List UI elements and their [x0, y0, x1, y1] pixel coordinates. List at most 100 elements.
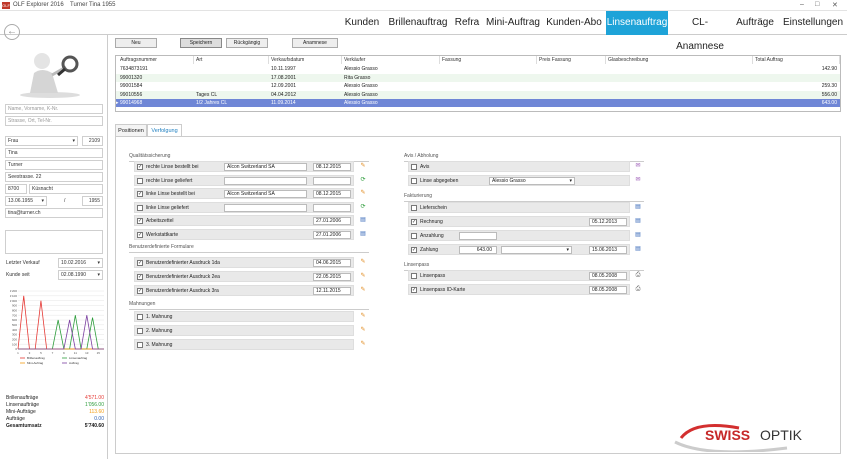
search-address-input[interactable]: Strasse, Ort, Tel-Nr.	[5, 116, 103, 126]
tab-mini-auftrag[interactable]: Mini-Auftrag	[484, 11, 542, 35]
tab-einstellungen[interactable]: Einstellungen	[783, 11, 843, 35]
maximize-icon[interactable]: □	[815, 1, 819, 8]
save-button[interactable]: Speichern	[180, 38, 222, 48]
checkbox[interactable]	[411, 273, 417, 279]
checkbox[interactable]	[137, 328, 143, 334]
close-icon[interactable]: ✕	[832, 1, 838, 9]
form-edit-icon[interactable]: ✎	[359, 258, 367, 267]
order-edit-icon[interactable]: ✎	[359, 189, 367, 198]
column-header[interactable]: Art	[194, 56, 269, 64]
print-document-icon[interactable]: ▤	[634, 217, 642, 226]
amount-field[interactable]: 643.00	[459, 246, 497, 254]
last-sale-field[interactable]: 10.02.2016 ▾	[58, 258, 103, 268]
notify-icon[interactable]: ✉	[634, 162, 642, 171]
date-field[interactable]: 22.05.2015	[313, 273, 351, 281]
notify-icon[interactable]: ✉	[634, 176, 642, 185]
tab-verfolgung[interactable]: Verfolgung	[147, 124, 182, 136]
street-field[interactable]: Seestrasse. 22	[5, 172, 103, 182]
date-field[interactable]: 15.06.2013	[589, 246, 627, 254]
tab-linsenauftrag[interactable]: Linsenauftrag	[606, 11, 668, 35]
date-field[interactable]: 08.12.2015	[313, 190, 351, 199]
supplier-field[interactable]	[224, 203, 307, 212]
print-icon[interactable]: ⎙	[634, 271, 642, 280]
table-row[interactable]: 99001584 12.09.2001 Alessio Grasso 259.30	[116, 82, 840, 90]
payment-method-select[interactable]: ▾	[501, 246, 572, 254]
table-row[interactable]: 99010556 Tages CL 04.04.2012 Alessio Grasso…	[116, 90, 840, 99]
checkbox[interactable]: ✓	[137, 191, 143, 198]
checkbox[interactable]: ✓	[137, 274, 143, 280]
checkbox[interactable]	[137, 314, 143, 320]
date-field[interactable]: 12.11.2015	[313, 287, 351, 295]
checkbox[interactable]	[137, 204, 143, 211]
supplier-field[interactable]	[224, 176, 307, 185]
checkbox[interactable]: ✓	[411, 219, 417, 225]
search-name-input[interactable]: Name, Vorname, K-Nr.	[5, 104, 103, 114]
customer-since-field[interactable]: 02.08.1990 ▾	[58, 270, 103, 280]
date-field[interactable]: 27.01.2006	[313, 231, 351, 239]
tab-auftraege[interactable]: Aufträge	[731, 11, 779, 35]
print-document-icon[interactable]: ▤	[634, 231, 642, 240]
order-edit-icon[interactable]: ✎	[359, 162, 367, 171]
date-field[interactable]: 05.12.2013	[589, 218, 627, 226]
email-field[interactable]: tina@turner.ch	[5, 208, 103, 218]
notes-field[interactable]	[5, 230, 103, 254]
seller-select[interactable]: Alessio Grasso ▾	[489, 177, 575, 185]
new-button[interactable]: Neu	[115, 38, 157, 48]
column-header[interactable]: Verkäufer	[342, 56, 440, 64]
undo-button[interactable]: Rückgängig	[226, 38, 268, 48]
table-row[interactable]: 99001320 17.08.2001 Rita Grasso	[116, 73, 840, 82]
print-document-icon[interactable]: ▤	[634, 245, 642, 254]
column-header[interactable]: Total Auftrag	[753, 56, 840, 64]
deposit-field[interactable]	[459, 232, 497, 240]
salutation-select[interactable]: Frau ▾	[5, 136, 78, 146]
minimize-icon[interactable]: –	[800, 1, 804, 8]
checkbox[interactable]: ✓	[137, 288, 143, 294]
table-row[interactable]: ▸ 99014968 1/2 Jahres CL 11.09.2014 Alessio …	[116, 99, 840, 107]
firstname-field[interactable]: Tina	[5, 148, 103, 158]
checkbox[interactable]: ✓	[411, 287, 417, 293]
delivery-refresh-icon[interactable]: ⟳	[359, 176, 367, 185]
reminder-edit-icon[interactable]: ✎	[359, 326, 367, 335]
tab-kunden-abo[interactable]: Kunden-Abo	[545, 11, 603, 35]
checkbox[interactable]	[411, 178, 417, 184]
supplier-field[interactable]: Alcon Switzerland SA	[224, 190, 307, 199]
column-header[interactable]: Preis Fassung	[537, 56, 606, 64]
tab-kunden[interactable]: Kunden	[341, 11, 383, 35]
checkbox[interactable]: ✓	[137, 260, 143, 266]
tab-brillenauftrag[interactable]: Brillenauftrag	[385, 11, 451, 35]
checkbox[interactable]	[137, 177, 143, 184]
date-field[interactable]: 27.01.2006	[313, 217, 351, 226]
checkbox[interactable]	[137, 342, 143, 348]
reminder-edit-icon[interactable]: ✎	[359, 312, 367, 321]
column-header[interactable]: Auftragsnummer	[118, 56, 194, 64]
supplier-field[interactable]: Alcon Switzerland SA	[224, 163, 307, 171]
print-document-icon[interactable]: ▤	[359, 230, 367, 239]
print-icon[interactable]: ⎙	[634, 285, 642, 294]
lastname-field[interactable]: Turner	[5, 160, 103, 170]
city-field[interactable]: Küsnacht	[29, 184, 103, 194]
tab-cl-anamnese[interactable]: CL-Anamnese	[671, 11, 729, 52]
delivery-refresh-icon[interactable]: ⟳	[359, 203, 367, 212]
print-document-icon[interactable]: ▤	[359, 216, 367, 225]
form-edit-icon[interactable]: ✎	[359, 286, 367, 295]
print-document-icon[interactable]: ▤	[634, 203, 642, 212]
table-row[interactable]: 7634873191 10.11.1997 Alessio Grasso 142.90	[116, 65, 840, 73]
reminder-edit-icon[interactable]: ✎	[359, 340, 367, 349]
tab-positionen[interactable]: Positionen	[115, 124, 147, 136]
checkbox[interactable]: ✓	[411, 247, 417, 253]
date-field[interactable]: 04.06.2015	[313, 259, 351, 267]
date-field[interactable]: 08.05.2008	[589, 286, 627, 294]
anamnesis-button[interactable]: Anamnese	[292, 38, 338, 48]
checkbox[interactable]	[411, 205, 417, 211]
date-field[interactable]	[313, 176, 351, 185]
column-header[interactable]: Fassung	[440, 56, 537, 64]
column-header[interactable]: Verkaufsdatum	[269, 56, 342, 64]
checkbox[interactable]: ✓	[137, 218, 143, 225]
checkbox[interactable]	[411, 233, 417, 239]
date-field[interactable]: 08.05.2008	[589, 272, 627, 280]
checkbox[interactable]	[411, 164, 417, 170]
form-edit-icon[interactable]: ✎	[359, 272, 367, 281]
column-header[interactable]: Glasbeschreibung	[606, 56, 753, 64]
date-field[interactable]	[313, 203, 351, 212]
date-field[interactable]: 08.12.2015	[313, 163, 351, 171]
